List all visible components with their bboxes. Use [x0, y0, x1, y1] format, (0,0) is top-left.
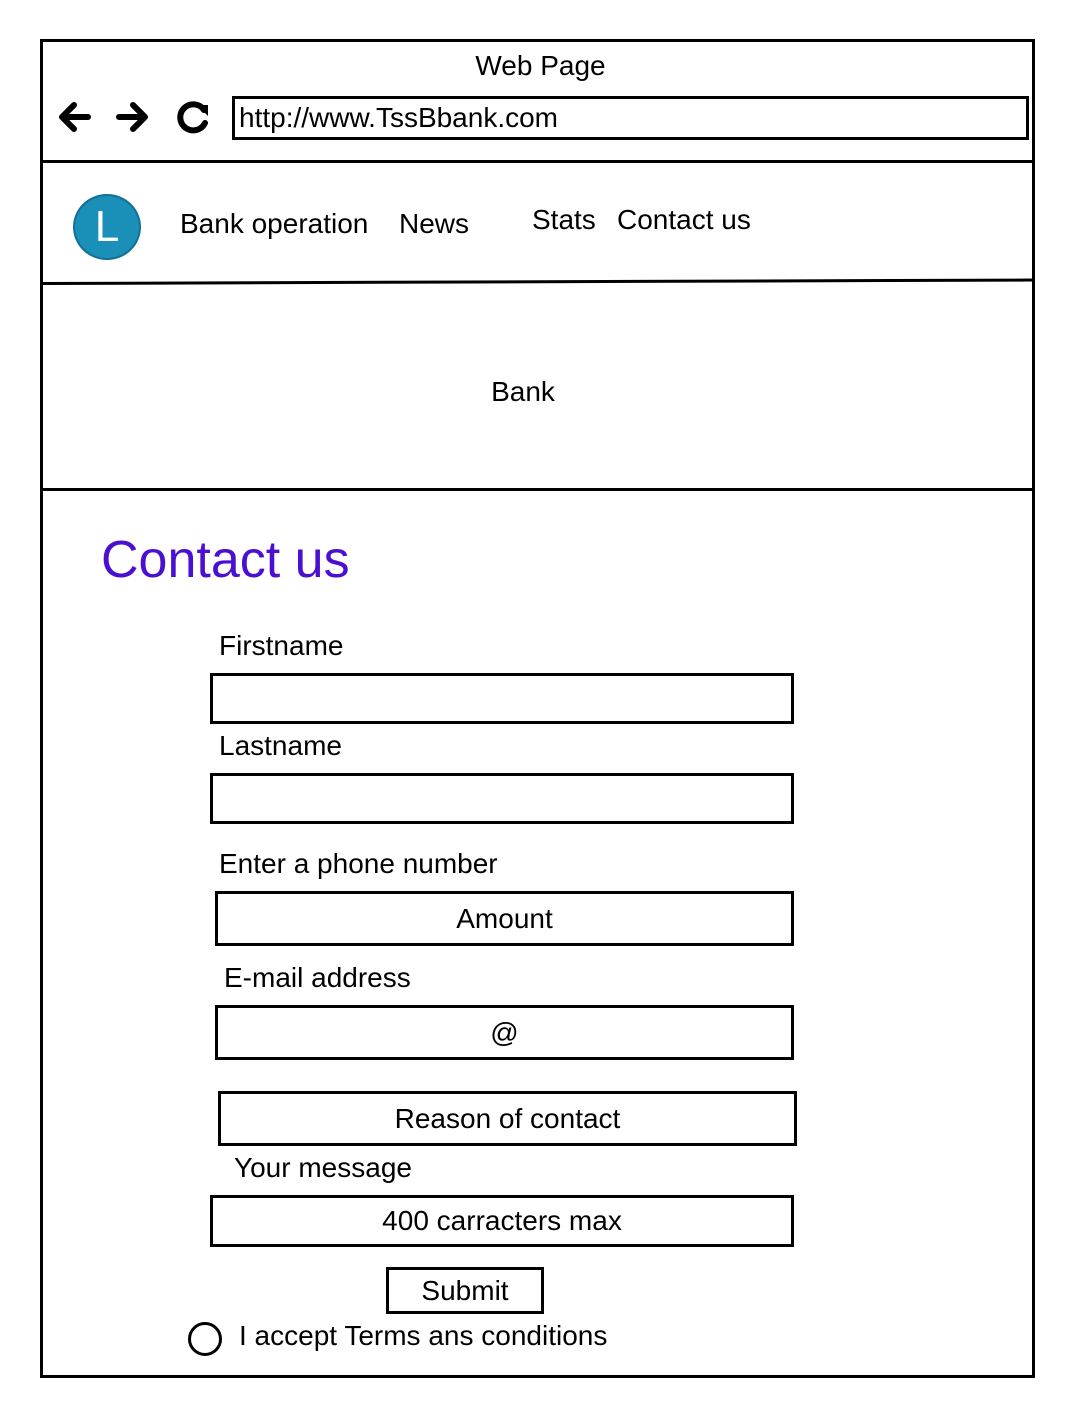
reason-select[interactable]	[218, 1091, 797, 1146]
hero-divider	[40, 488, 1035, 491]
terms-radio[interactable]	[188, 1322, 222, 1356]
nav-item-contact-us[interactable]: Contact us	[617, 204, 751, 236]
browser-window: Web Page http://www.TssBbank.com L Bank …	[39, 39, 1035, 1378]
nav-item-news[interactable]: News	[399, 208, 469, 240]
phone-field[interactable]	[215, 891, 794, 946]
toolbar-divider	[40, 160, 1035, 163]
message-field[interactable]	[210, 1195, 794, 1247]
firstname-label: Firstname	[219, 630, 344, 661]
terms-label: I accept Terms ans conditions	[239, 1320, 608, 1351]
address-bar[interactable]: http://www.TssBbank.com	[232, 96, 1029, 140]
reload-icon[interactable]	[173, 97, 213, 137]
page-title: Contact us	[101, 531, 350, 589]
lastname-label: Lastname	[219, 730, 342, 761]
lastname-field[interactable]	[210, 773, 794, 824]
window-title: Web Page	[475, 50, 606, 81]
firstname-field[interactable]	[210, 673, 794, 724]
arrow-left-icon[interactable]	[54, 97, 94, 137]
nav-item-stats[interactable]: Stats	[532, 204, 596, 236]
nav-item-bank-operation[interactable]: Bank operation	[180, 208, 368, 240]
header-divider	[39, 278, 1035, 285]
logo-avatar[interactable]: L	[73, 194, 141, 260]
hero-banner-text: Bank	[491, 376, 555, 407]
submit-button[interactable]: Submit	[386, 1267, 544, 1314]
email-field[interactable]	[215, 1005, 794, 1060]
arrow-right-icon[interactable]	[113, 97, 153, 137]
email-label: E-mail address	[224, 962, 411, 993]
phone-label: Enter a phone number	[219, 848, 498, 879]
message-label: Your message	[234, 1152, 412, 1183]
